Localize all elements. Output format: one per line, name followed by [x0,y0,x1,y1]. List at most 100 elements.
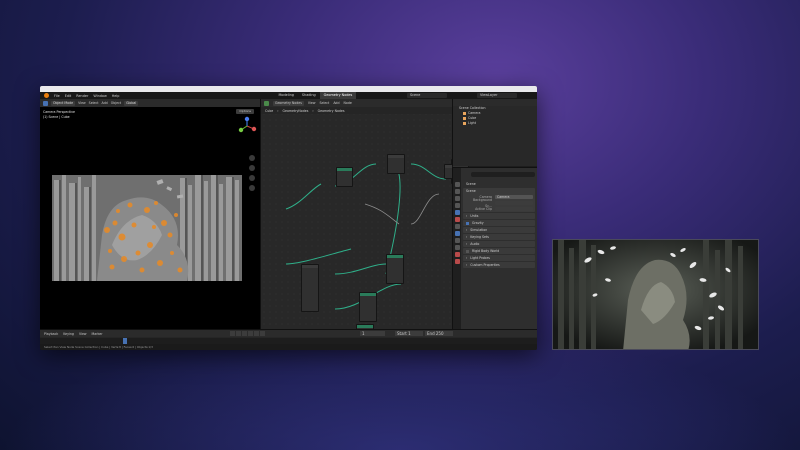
menu-window[interactable]: Window [93,94,106,98]
breadcrumb-modifier[interactable]: GeometryNodes [283,109,309,113]
viewport-menu-object[interactable]: Object [111,101,121,105]
tab-modeling[interactable]: Modeling [274,92,297,99]
blender-window: File Edit Render Window Help Modeling Sh… [40,86,537,350]
menu-render[interactable]: Render [76,94,88,98]
node-distribute-points[interactable] [386,254,404,284]
gravity-checkbox[interactable] [466,221,469,225]
object-mode-dropdown[interactable]: Object Mode [51,100,76,106]
tool-tab-icon[interactable] [454,182,460,187]
object-tab-icon[interactable] [454,224,460,229]
start-frame-field[interactable]: Start 1 [395,331,423,336]
viewport-menu-view[interactable]: View [78,101,86,105]
properties-search[interactable] [471,172,535,177]
jump-end-icon[interactable] [260,331,265,336]
camera-view-icon[interactable] [249,175,255,181]
current-frame-field[interactable]: 1 [360,331,385,336]
panel-rigid-body-world[interactable]: Rigid Body World [463,248,535,254]
editor-type-icon[interactable] [43,100,48,106]
menu-edit[interactable]: Edit [65,94,72,98]
node-breadcrumb: Cube › GeometryNodes › Geometry Nodes [261,107,452,114]
scene-panel: Scene Camera Camera Background Sc... Acti… [463,188,535,212]
node-menu-view[interactable]: View [308,101,316,105]
panel-audio[interactable]: › Audio [463,241,535,247]
viewport-menu-add[interactable]: Add [102,101,108,105]
breadcrumb-object[interactable]: Cube [265,109,273,113]
modifier-tab-icon[interactable] [454,231,460,236]
outliner: Scene Collection Camera Cube Light [452,99,537,166]
active-clip-field[interactable] [495,207,533,211]
panel-custom-properties[interactable]: › Custom Properties [463,262,535,268]
active-clip-row: Active Clip [463,206,535,212]
physics-tab-icon[interactable] [454,245,460,250]
data-tab-icon[interactable] [454,259,460,264]
menu-file[interactable]: File [54,94,60,98]
node-menu-select[interactable]: Select [319,101,329,105]
constraints-tab-icon[interactable] [454,252,460,257]
navigation-gizmo-icon[interactable] [237,116,257,136]
tab-shading[interactable]: Shading [298,92,320,99]
timeline-menu-playback[interactable]: Playback [44,332,58,336]
properties-editor: Scene Scene Camera Camera Background Sc..… [452,167,537,330]
panel-gravity[interactable]: Gravity [463,220,535,226]
geometry-node-editor[interactable]: Geometry Nodes View Select Add Node Cube… [260,99,485,346]
playback-controls [230,331,265,336]
next-key-icon[interactable] [254,331,259,336]
viewport-menu-select[interactable]: Select [89,101,99,105]
transform-orientation-dropdown[interactable]: Global [124,100,139,106]
prev-key-icon[interactable] [236,331,241,336]
zoom-icon[interactable] [249,155,255,161]
render-tab-icon[interactable] [454,189,460,194]
play-icon[interactable] [248,331,253,336]
timeline-menu-view[interactable]: View [79,332,87,336]
tab-geometry-nodes[interactable]: Geometry Nodes [319,92,357,99]
camera-object-icon [463,112,466,115]
panel-light-probes[interactable]: › Light Probes [463,255,535,261]
node-group-input[interactable] [301,264,319,312]
outliner-header [453,99,537,106]
properties-tabs [453,168,461,330]
rigid-body-checkbox[interactable] [466,249,469,253]
output-tab-icon[interactable] [454,196,460,201]
mesh-object-icon [463,117,466,120]
status-bar: Select Pan View Node Scene Collection | … [40,344,537,350]
end-frame-field[interactable]: End 250 [425,331,453,336]
tree-type-dropdown[interactable]: Geometry Nodes [273,100,304,106]
scene-tab-icon[interactable] [454,210,460,215]
world-tab-icon[interactable] [454,217,460,222]
light-object-icon [463,122,466,125]
scene-selector[interactable]: Scene [407,93,447,98]
camera-field[interactable]: Camera [495,195,533,199]
background-scene-field[interactable] [495,201,533,205]
timeline-menu-marker[interactable]: Marker [92,332,103,336]
panel-keying-sets[interactable]: › Keying Sets [463,234,535,240]
node-math[interactable] [387,154,405,174]
grid-view-icon[interactable] [249,185,255,191]
jump-start-icon[interactable] [230,331,235,336]
node-menu-add[interactable]: Add [333,101,339,105]
scene-object-label: (1) Scene | Cube [43,115,70,119]
options-button[interactable]: Options [236,109,254,114]
outliner-row[interactable]: Light [453,121,537,126]
top-menubar: File Edit Render Window Help Modeling Sh… [40,92,537,99]
scene-header: Scene [466,182,476,186]
viewport-header: Object Mode View Select Add Object Globa… [40,99,260,107]
timeline-menu-keying[interactable]: Keying [63,332,74,336]
node-mesh-primitive[interactable] [336,167,353,187]
view-layer-tab-icon[interactable] [454,203,460,208]
panel-units[interactable]: › Units [463,213,535,219]
node-menu-node[interactable]: Node [343,101,351,105]
timeline[interactable]: Playback Keying View Marker 1 Start 1 En… [40,329,537,345]
play-reverse-icon[interactable] [242,331,247,336]
menu-help[interactable]: Help [112,94,120,98]
panel-simulation[interactable]: › Simulation [463,227,535,233]
particles-tab-icon[interactable] [454,238,460,243]
hand-pan-icon[interactable] [249,165,255,171]
node-editor-type-icon[interactable] [264,100,269,106]
view-layer-selector[interactable]: ViewLayer [477,93,517,98]
3d-viewport[interactable]: Object Mode View Select Add Object Globa… [40,99,260,329]
node-instance-on-points[interactable] [359,292,377,322]
blender-logo-icon[interactable] [44,93,49,98]
breadcrumb-tree[interactable]: Geometry Nodes [318,109,345,113]
viewport-info: Camera Perspective (1) Scene | Cube [43,110,75,120]
camera-render-frame [52,175,242,281]
